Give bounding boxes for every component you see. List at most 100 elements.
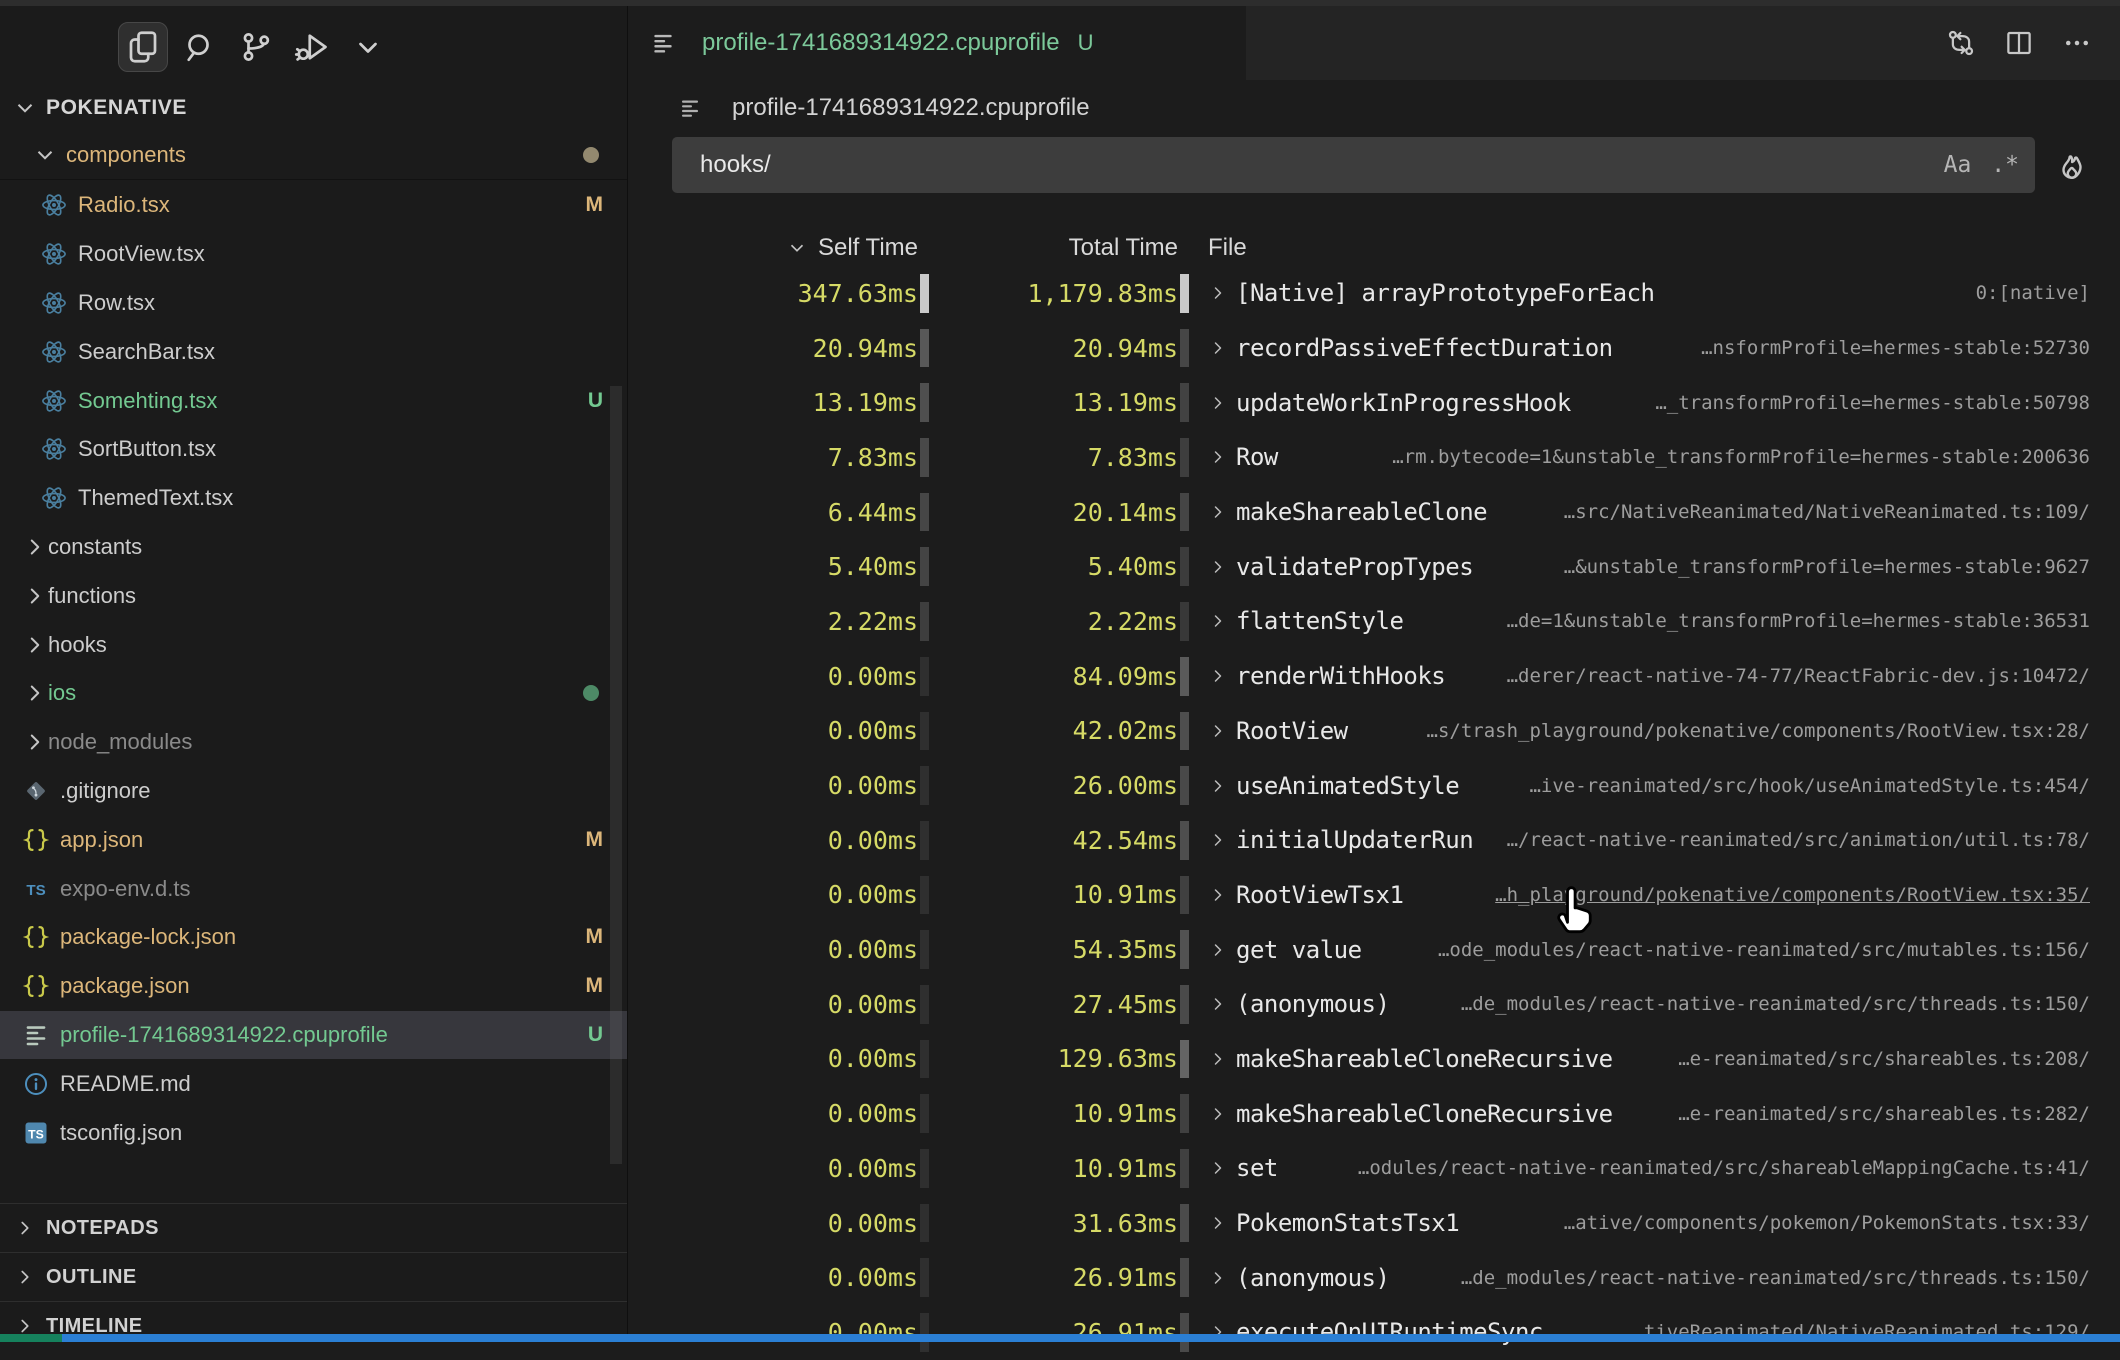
profile-row-rootviewtsx1[interactable]: 0.00ms10.91msRootViewTsx1…h_playground/p… [628,868,2120,923]
file-location-link[interactable]: …nsformProfile=hermes-stable:52730 [1677,337,2090,359]
profile-row-set[interactable]: 0.00ms10.91msset…odules/react-native-rea… [628,1141,2120,1196]
profile-row-renderwithhooks[interactable]: 0.00ms84.09msrenderWithHooks…derer/react… [628,649,2120,704]
tree-item-searchbar-tsx[interactable]: SearchBar.tsx [0,327,627,376]
self-time-value: 0.00ms [628,990,918,1019]
profile-row-flattenstyle[interactable]: 2.22ms2.22msflattenStyle…de=1&unstable_t… [628,594,2120,649]
file-location-link[interactable]: …ative/components/pokemon/PokemonStats.t… [1540,1212,2090,1234]
split-editor-icon[interactable] [2004,28,2034,58]
self-time-bar [918,1086,932,1141]
profile-row-row[interactable]: 7.83ms7.83msRow…rm.bytecode=1&unstable_t… [628,430,2120,485]
file-location-link[interactable]: …_transformProfile=hermes-stable:50798 [1631,392,2090,414]
tree-item-radio-tsx[interactable]: Radio.tsxM [0,181,627,230]
folder-components-row[interactable]: components [0,131,627,180]
tree-item-ios[interactable]: ios [0,669,627,718]
file-location-link[interactable]: …src/NativeReanimated/NativeReanimated.t… [1540,501,2090,523]
profile-row-updateworkinprogresshook[interactable]: 13.19ms13.19msupdateWorkInProgressHook…_… [628,375,2120,430]
tree-item-profile-1741689314922-cpuprofile[interactable]: profile-1741689314922.cpuprofileU [0,1011,627,1060]
function-name: useAnimatedStyle [1236,772,1459,800]
sidebar-scrollbar[interactable] [610,386,622,1164]
file-location-link[interactable]: 0:[native] [1952,282,2090,304]
tree-item-readme-md[interactable]: README.md [0,1059,627,1108]
profile-row-useanimatedstyle[interactable]: 0.00ms26.00msuseAnimatedStyle…ive-reanim… [628,758,2120,813]
tree-item-tsconfig-json[interactable]: TStsconfig.json [0,1108,627,1157]
file-location-link[interactable]: …de=1&unstable_transformProfile=hermes-s… [1483,610,2090,632]
self-time-bar [918,1032,932,1087]
list-icon [22,1021,60,1049]
flame-graph-button[interactable] [2055,148,2089,182]
regex-button[interactable]: .* [1991,152,2019,178]
explorer-icon[interactable] [118,22,168,72]
profile-row-anonymous[interactable]: 0.00ms27.45ms(anonymous)…de_modules/reac… [628,977,2120,1032]
profile-row-makeshareableclonerecursive[interactable]: 0.00ms129.63msmakeShareableCloneRecursiv… [628,1032,2120,1087]
total-time-header[interactable]: Total Time [932,234,1178,262]
explorer-sidebar: POKENATIVE components Radio.tsxMRootView… [0,6,628,1334]
file-location-link[interactable]: …e-reanimated/src/shareables.ts:282/ [1654,1103,2090,1125]
file-location-link[interactable]: …ode_modules/react-native-reanimated/src… [1414,939,2090,961]
file-location-link[interactable]: …rm.bytecode=1&unstable_transformProfile… [1368,446,2090,468]
file-location-link[interactable]: …&unstable_transformProfile=hermes-stabl… [1540,556,2090,578]
section-notepads[interactable]: NOTEPADS [0,1203,627,1252]
tree-item-package-json[interactable]: package.jsonM [0,962,627,1011]
filter-input[interactable]: hooks/ Aa .* [672,137,2035,193]
tree-item-themedtext-tsx[interactable]: ThemedText.tsx [0,474,627,523]
tree-item-functions[interactable]: functions [0,571,627,620]
tree-item-node-modules[interactable]: node_modules [0,718,627,767]
profile-row-pokemonstatstsx1[interactable]: 0.00ms31.63msPokemonStatsTsx1…ative/comp… [628,1196,2120,1251]
workspace-root-row[interactable]: POKENATIVE [0,84,627,131]
total-time-value: 7.83ms [932,443,1178,472]
profile-row-makeshareableclone[interactable]: 6.44ms20.14msmakeShareableClone…src/Nati… [628,485,2120,540]
workspace-root-label: POKENATIVE [46,96,187,120]
tree-item-package-lock-json[interactable]: package-lock.jsonM [0,913,627,962]
file-location-link[interactable]: …s/trash_playground/pokenative/component… [1403,720,2090,742]
file-location-link[interactable]: …ive-reanimated/src/hook/useAnimatedStyl… [1505,775,2090,797]
bar-indicator [920,985,929,1024]
bar-indicator [920,876,929,915]
tree-item-gitignore[interactable]: .gitignore [0,767,627,816]
file-location-link[interactable]: …derer/react-native-74-77/ReactFabric-de… [1483,665,2090,687]
tree-item-hooks[interactable]: hooks [0,620,627,669]
tree-item-app-json[interactable]: app.jsonM [0,815,627,864]
expand-chevron-icon [1208,1158,1236,1178]
match-case-button[interactable]: Aa [1944,152,1972,178]
tree-item-expo-env-d-ts[interactable]: TSexpo-env.d.ts [0,864,627,913]
section-timeline[interactable]: TIMELINE [0,1301,627,1350]
file-location-link[interactable]: …de_modules/react-native-reanimated/src/… [1437,993,2090,1015]
file-header[interactable]: File [1192,234,1247,262]
run-debug-icon[interactable] [288,23,336,71]
tree-item-sortbutton-tsx[interactable]: SortButton.tsx [0,425,627,474]
file-location-link[interactable]: …odules/react-native-reanimated/src/shar… [1334,1157,2090,1179]
open-changes-icon[interactable] [1946,28,1976,58]
profile-row-get-value[interactable]: 0.00ms54.35msget value…ode_modules/react… [628,922,2120,977]
section-outline[interactable]: OUTLINE [0,1252,627,1301]
tab-cpuprofile[interactable]: profile-1741689314922.cpuprofile U [628,6,1246,80]
source-control-icon[interactable] [232,23,280,71]
profile-row-makeshareableclonerecursive[interactable]: 0.00ms10.91msmakeShareableCloneRecursive… [628,1086,2120,1141]
profile-row-executeonuiruntimesync[interactable]: 0.00ms26.91msexecuteOnUIRuntimeSync…tive… [628,1305,2120,1360]
views-chevron-icon[interactable] [344,23,392,71]
sidebar-sections: NOTEPADSOUTLINETIMELINE [0,1203,627,1350]
more-actions-icon[interactable] [2062,28,2092,58]
total-time-value: 31.63ms [932,1209,1178,1238]
remote-indicator[interactable] [0,1334,62,1342]
profile-row-validateproptypes[interactable]: 5.40ms5.40msvalidatePropTypes…&unstable_… [628,539,2120,594]
tree-item-constants[interactable]: constants [0,523,627,572]
tree-item-row-tsx[interactable]: Row.tsx [0,279,627,328]
profile-row-anonymous[interactable]: 0.00ms26.91ms(anonymous)…de_modules/reac… [628,1250,2120,1305]
file-location-link[interactable]: …de_modules/react-native-reanimated/src/… [1437,1267,2090,1289]
profile-row-native-arrayprototypeforeach[interactable]: 347.63ms1,179.83ms[Native] arrayPrototyp… [628,266,2120,321]
profile-row-initialupdaterrun[interactable]: 0.00ms42.54msinitialUpdaterRun…/react-na… [628,813,2120,868]
tree-item-rootview-tsx[interactable]: RootView.tsx [0,230,627,279]
profile-row-recordpassiveeffectduration[interactable]: 20.94ms20.94msrecordPassiveEffectDuratio… [628,321,2120,376]
tree-item-somehting-tsx[interactable]: Somehting.tsxU [0,376,627,425]
total-time-value: 10.91ms [932,880,1178,909]
file-location-link[interactable]: …h_playground/pokenative/components/Root… [1471,884,2090,906]
file-cell: (anonymous)…de_modules/react-native-rean… [1192,990,2120,1018]
self-time-header[interactable]: Self Time [628,234,918,262]
file-label: README.md [60,1071,191,1097]
search-icon[interactable] [176,23,224,71]
svg-text:TS: TS [26,881,45,898]
profile-row-rootview[interactable]: 0.00ms42.02msRootView…s/trash_playground… [628,704,2120,759]
document-title-row: profile-1741689314922.cpuprofile [628,80,2120,136]
file-location-link[interactable]: …e-reanimated/src/shareables.ts:208/ [1654,1048,2090,1070]
file-location-link[interactable]: …/react-native-reanimated/src/animation/… [1483,829,2090,851]
